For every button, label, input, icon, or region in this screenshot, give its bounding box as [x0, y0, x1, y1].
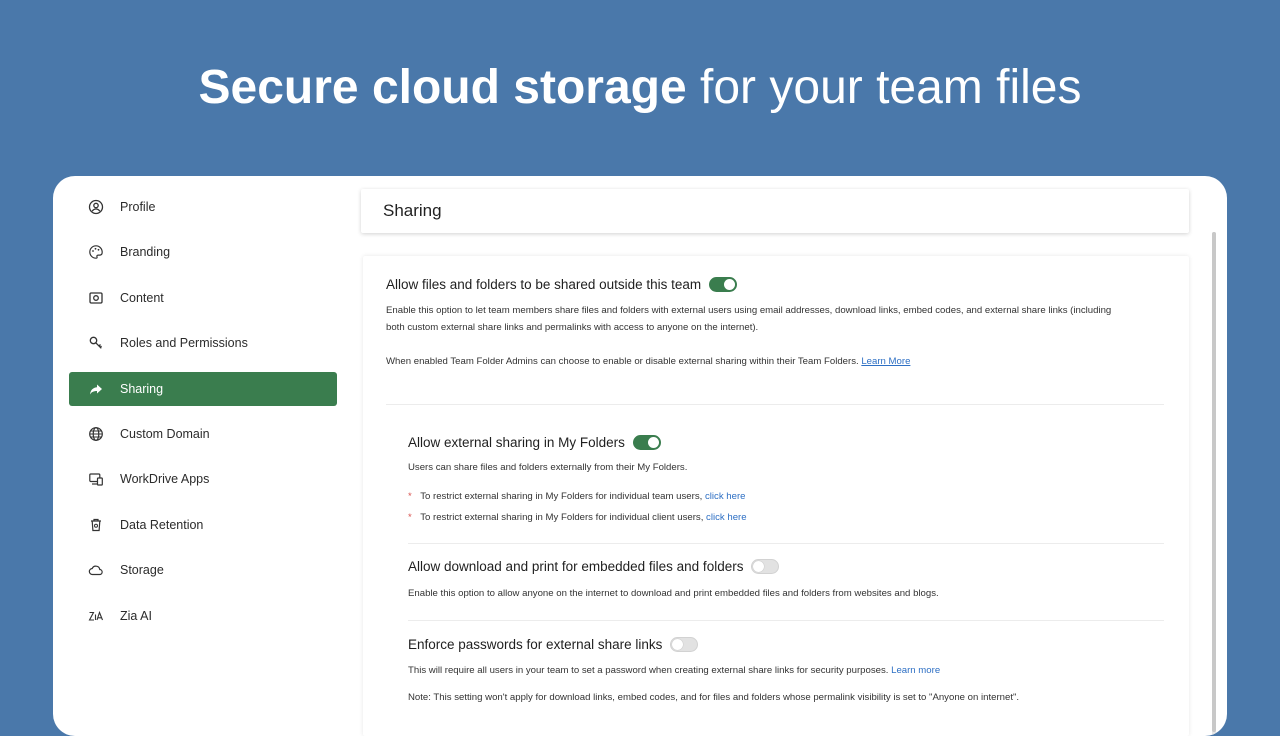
hero-heading-bold: Secure cloud storage: [198, 61, 687, 114]
trash-icon: [87, 516, 105, 534]
external-sharing-toggle[interactable]: [709, 277, 738, 292]
enforce-passwords-setting: Enforce passwords for external share lin…: [408, 637, 699, 652]
enforce-passwords-note: Note: This setting won't apply for downl…: [408, 692, 1020, 703]
sidebar-item-label: WorkDrive Apps: [120, 472, 210, 487]
embed-download-setting: Allow download and print for embedded fi…: [408, 559, 780, 574]
palette-icon: [87, 243, 105, 261]
page-header: Sharing: [361, 189, 1189, 233]
embed-download-description: Enable this option to allow anyone on th…: [408, 588, 939, 599]
divider: [408, 620, 1164, 621]
profile-icon: [87, 198, 105, 216]
sidebar-item-workdrive-apps[interactable]: WorkDrive Apps: [69, 462, 337, 496]
enforce-passwords-learn-more-link[interactable]: Learn more: [891, 665, 940, 676]
settings-card: Profile Branding Content Roles and Permi…: [53, 176, 1227, 736]
hero-heading-light: for your team files: [700, 61, 1082, 114]
embed-download-title: Allow download and print for embedded fi…: [408, 559, 744, 574]
devices-icon: [87, 470, 105, 488]
enforce-passwords-toggle[interactable]: [670, 637, 699, 652]
sidebar-item-label: Custom Domain: [120, 426, 210, 441]
bullet-mark: *: [408, 512, 412, 523]
share-arrow-icon: [87, 380, 105, 398]
sidebar-item-roles-and-permissions[interactable]: Roles and Permissions: [69, 326, 337, 360]
zia-icon: [87, 607, 105, 625]
sidebar-item-profile[interactable]: Profile: [69, 190, 337, 224]
bullet-mark: *: [408, 491, 412, 502]
content-icon: [87, 289, 105, 307]
sharing-settings-panel: Allow files and folders to be shared out…: [363, 256, 1189, 736]
sidebar-item-data-retention[interactable]: Data Retention: [69, 508, 337, 542]
note-text: To restrict external sharing in My Folde…: [420, 512, 704, 523]
sidebar-item-label: Roles and Permissions: [120, 336, 248, 351]
sidebar-item-content[interactable]: Content: [69, 281, 337, 315]
key-icon: [87, 334, 105, 352]
sidebar-item-storage[interactable]: Storage: [69, 553, 337, 587]
my-folders-sharing-title: Allow external sharing in My Folders: [408, 435, 625, 450]
enforce-passwords-description: This will require all users in your team…: [408, 663, 940, 680]
divider: [408, 543, 1164, 544]
note-text: When enabled Team Folder Admins can choo…: [386, 356, 859, 367]
sidebar-item-label: Branding: [120, 245, 171, 260]
toggle-knob: [672, 639, 684, 650]
sidebar-item-label: Sharing: [120, 381, 164, 396]
restrict-team-users-note: * To restrict external sharing in My Fol…: [408, 489, 746, 506]
external-sharing-note: When enabled Team Folder Admins can choo…: [386, 354, 910, 371]
sidebar-item-sharing[interactable]: Sharing: [69, 371, 337, 406]
cloud-icon: [87, 561, 105, 579]
description-text: This will require all users in your team…: [408, 665, 889, 676]
globe-icon: [87, 425, 105, 443]
learn-more-link[interactable]: Learn More: [861, 356, 910, 367]
restrict-team-users-link[interactable]: click here: [705, 491, 746, 502]
description-line: both custom external share links and per…: [386, 321, 759, 333]
embed-download-toggle[interactable]: [751, 559, 780, 574]
restrict-client-users-note: * To restrict external sharing in My Fol…: [408, 510, 747, 527]
toggle-knob: [647, 437, 659, 448]
restrict-client-users-link[interactable]: click here: [706, 512, 747, 523]
scrollbar[interactable]: [1212, 232, 1216, 736]
external-sharing-title: Allow files and folders to be shared out…: [386, 277, 702, 292]
hero-heading: Secure cloud storage for your team files: [0, 58, 1280, 118]
sidebar-item-zia-ai[interactable]: Zia AI: [69, 599, 337, 633]
sidebar-item-custom-domain[interactable]: Custom Domain: [69, 417, 337, 451]
sidebar-item-label: Zia AI: [120, 608, 152, 623]
sidebar-item-label: Storage: [120, 563, 164, 578]
divider: [386, 404, 1164, 405]
external-sharing-setting: Allow files and folders to be shared out…: [386, 277, 738, 292]
my-folders-sharing-description: Users can share files and folders extern…: [408, 462, 688, 473]
scrollbar-thumb[interactable]: [1212, 232, 1216, 732]
external-sharing-description: Enable this option to let team members s…: [386, 303, 1111, 336]
sidebar-item-label: Profile: [120, 200, 156, 214]
toggle-knob: [724, 279, 736, 290]
enforce-passwords-title: Enforce passwords for external share lin…: [408, 637, 663, 652]
sidebar: Profile Branding Content Roles and Permi…: [69, 190, 337, 644]
my-folders-sharing-setting: Allow external sharing in My Folders: [408, 435, 661, 450]
sidebar-item-label: Data Retention: [120, 517, 204, 532]
description-line: Enable this option to let team members s…: [386, 305, 1112, 316]
sidebar-item-branding[interactable]: Branding: [69, 235, 337, 269]
toggle-knob: [753, 561, 765, 572]
note-text: To restrict external sharing in My Folde…: [420, 491, 703, 502]
sidebar-item-label: Content: [120, 290, 164, 305]
my-folders-sharing-toggle[interactable]: [632, 435, 661, 450]
page-title: Sharing: [383, 201, 442, 220]
